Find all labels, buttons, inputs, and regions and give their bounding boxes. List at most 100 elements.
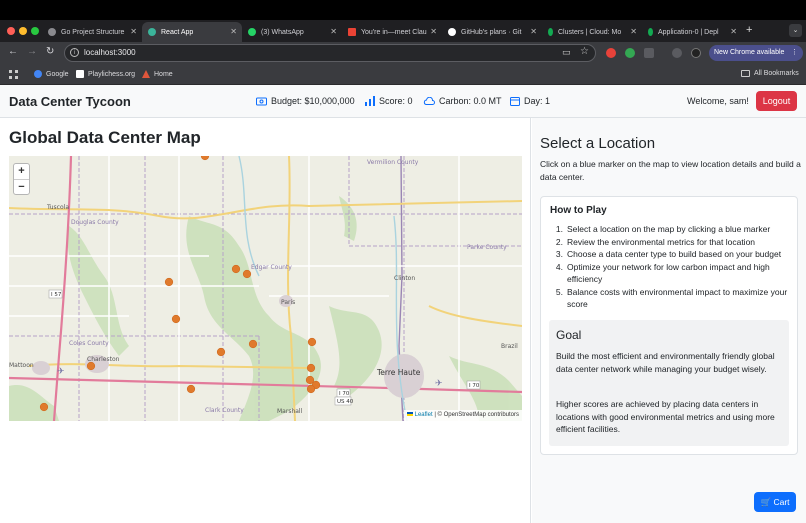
address-bar-url[interactable]: localhost:3000 <box>84 48 136 57</box>
zoom-control: + − <box>13 163 30 195</box>
close-icon[interactable]: ✕ <box>230 27 237 36</box>
tab-search-chevron-icon[interactable]: ⌄ <box>789 24 802 37</box>
cart-label: Cart <box>773 497 790 507</box>
sidebar-icon[interactable] <box>672 48 682 58</box>
money-icon <box>256 97 267 105</box>
bookmarks-bar: Google Playlichess.org Home All Bookmark… <box>0 64 806 85</box>
logout-button[interactable]: Logout <box>756 91 797 111</box>
budget-value: Budget: $10,000,000 <box>271 96 355 106</box>
more-menu-icon[interactable]: ⋮ <box>791 45 798 61</box>
calendar-icon <box>510 97 520 106</box>
tab-favicon-icon <box>48 28 56 36</box>
bookmark-home[interactable]: Home <box>142 70 173 78</box>
mongodb-leaf-icon <box>548 28 553 36</box>
close-icon[interactable]: ✕ <box>730 27 737 36</box>
extension-green-icon[interactable] <box>625 48 635 58</box>
all-bookmarks[interactable]: All Bookmarks <box>741 70 799 77</box>
leaflet-link[interactable]: Leaflet <box>415 412 433 418</box>
apps-grid-icon[interactable] <box>9 70 18 79</box>
tab-title: Go Project Structure <box>61 28 125 36</box>
extensions-puzzle-icon[interactable] <box>644 48 654 58</box>
mongodb-leaf-icon <box>648 28 653 36</box>
close-icon[interactable]: ✕ <box>630 27 637 36</box>
browser-tab-github[interactable]: GitHub's plans · Git ✕ <box>442 22 542 42</box>
browser-tab-gmail[interactable]: You're in—meet Clau ✕ <box>342 22 442 42</box>
browser-toolbar: ← → ↻ i localhost:3000 ▭ ☆ New Chrome av… <box>0 42 806 64</box>
location-marker[interactable] <box>200 156 210 161</box>
whatsapp-icon <box>248 28 256 36</box>
new-tab-button[interactable]: + <box>746 24 752 36</box>
reload-icon[interactable]: ↻ <box>46 46 54 57</box>
map-markers <box>39 156 321 412</box>
goal-title: Goal <box>556 328 582 342</box>
close-icon[interactable]: ✕ <box>130 27 137 36</box>
back-arrow-icon[interactable]: ← <box>8 46 18 57</box>
carbon-value: Carbon: 0.0 MT <box>439 96 502 106</box>
maximize-window-button[interactable] <box>31 27 39 35</box>
new-chrome-available-button[interactable]: New Chrome available ⋮ <box>709 45 803 61</box>
location-marker[interactable] <box>171 314 181 324</box>
map-title: Global Data Center Map <box>9 128 201 147</box>
step-number: 2. <box>555 236 563 247</box>
bookmark-label: Google <box>46 70 69 78</box>
step-text: Review the environmental metrics for tha… <box>567 236 756 247</box>
day-value: Day: 1 <box>524 96 551 106</box>
location-marker[interactable] <box>164 277 174 287</box>
location-marker[interactable] <box>242 269 252 279</box>
location-marker[interactable] <box>248 339 258 349</box>
browser-tab-application[interactable]: Application-0 | Depl ✕ <box>642 22 742 42</box>
lichess-icon <box>76 70 84 78</box>
site-info-icon[interactable]: i <box>70 48 79 57</box>
close-icon[interactable]: ✕ <box>330 27 337 36</box>
address-bar[interactable]: i localhost:3000 ▭ ☆ <box>64 44 596 62</box>
shopping-cart-icon: 🛒 <box>760 497 772 507</box>
tab-title: (3) WhatsApp <box>261 28 304 36</box>
tab-title: You're in—meet Clau <box>361 28 427 36</box>
how-to-play-list: 1. Select a location on the map by clicki… <box>550 223 794 311</box>
location-marker[interactable] <box>306 363 316 373</box>
location-marker[interactable] <box>306 384 316 394</box>
location-marker[interactable] <box>307 337 317 347</box>
location-marker[interactable] <box>39 402 49 412</box>
close-window-button[interactable] <box>7 27 15 35</box>
osm-attribution: | © OpenStreetMap contributors <box>434 412 519 418</box>
cast-icon[interactable]: ▭ <box>562 47 571 58</box>
browser-tab-go-project[interactable]: Go Project Structure ✕ <box>42 22 142 42</box>
location-marker[interactable] <box>216 347 226 357</box>
map-attribution: Leaflet | © OpenStreetMap contributors <box>403 410 522 421</box>
list-item: 5. Balance costs with environmental impac… <box>550 286 794 311</box>
zoom-in-button[interactable]: + <box>14 164 29 179</box>
step-text: Optimize your network for low carbon imp… <box>567 261 770 285</box>
bookmark-star-icon[interactable]: ☆ <box>580 46 589 57</box>
location-marker[interactable] <box>186 384 196 394</box>
tab-title: GitHub's plans · Git <box>461 28 522 36</box>
browser-tab-whatsapp[interactable]: (3) WhatsApp ✕ <box>242 22 342 42</box>
all-bookmarks-label: All Bookmarks <box>754 70 799 77</box>
bookmark-label: Home <box>154 70 173 78</box>
browser-tab-clusters[interactable]: Clusters | Cloud: Mo ✕ <box>542 22 642 42</box>
day-stat: Day: 1 <box>510 96 550 106</box>
minimize-window-button[interactable] <box>19 27 27 35</box>
bookmark-google[interactable]: Google <box>34 70 69 78</box>
close-icon[interactable]: ✕ <box>430 27 437 36</box>
browser-tab-react-app[interactable]: React App ✕ <box>142 22 242 42</box>
step-number: 5. <box>555 286 563 297</box>
app-title: Data Center Tycoon <box>9 94 131 109</box>
location-marker[interactable] <box>231 264 241 274</box>
leaflet-map[interactable]: ✈ ✈ Tuscola Vermilion County Douglas Cou… <box>9 156 522 421</box>
select-location-desc: Click on a blue marker on the map to vie… <box>540 159 801 182</box>
extension-red-icon[interactable] <box>606 48 616 58</box>
bar-chart-icon <box>365 96 375 106</box>
tab-favicon-icon <box>148 28 156 36</box>
location-marker[interactable] <box>86 361 96 371</box>
close-icon[interactable]: ✕ <box>530 27 537 36</box>
budget-stat: Budget: $10,000,000 <box>256 96 355 106</box>
profile-avatar[interactable] <box>691 48 701 58</box>
new-chrome-label: New Chrome available <box>714 49 785 56</box>
forward-arrow-icon[interactable]: → <box>27 46 37 57</box>
cart-button[interactable]: 🛒 Cart <box>754 492 796 512</box>
zoom-out-button[interactable]: − <box>14 179 29 194</box>
cloud-icon <box>423 97 435 105</box>
bookmark-playlichess[interactable]: Playlichess.org <box>76 70 135 78</box>
select-location-title: Select a Location <box>540 135 656 152</box>
